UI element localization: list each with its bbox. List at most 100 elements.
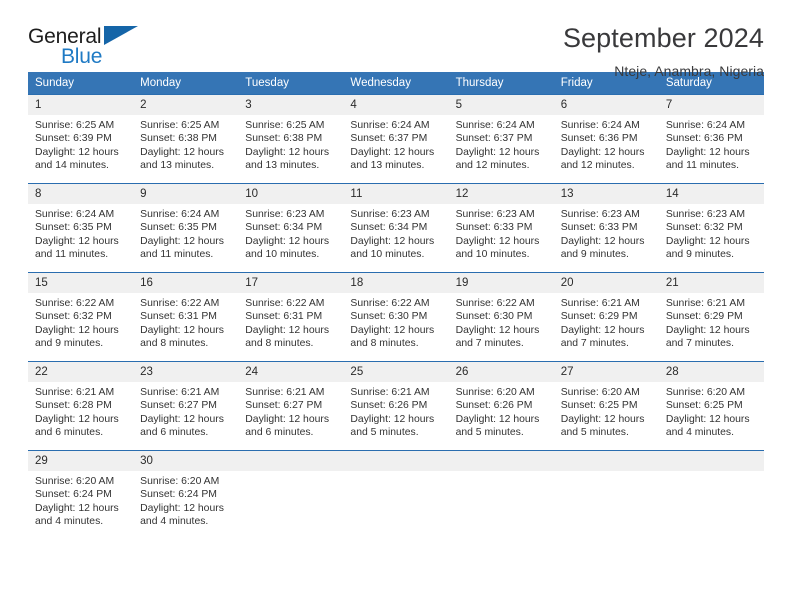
daylight-text: Daylight: 12 hours and 9 minutes. — [665, 235, 750, 261]
logo-text-general: General — [28, 25, 102, 48]
daylight-text: Daylight: 12 hours and 6 minutes. — [140, 413, 224, 439]
calendar-day-cell[interactable]: 27 Sunrise: 6:20 AM Sunset: 6:25 PM Dayligh… — [553, 361, 659, 451]
day-details: Sunrise: 6:25 AM Sunset: 6:39 PM Daylight:… — [28, 115, 133, 173]
calendar-day-cell[interactable]: 29 Sunrise: 6:20 AM Sunset: 6:24 PM Dayligh… — [28, 450, 134, 537]
day-details: Sunrise: 6:22 AM Sunset: 6:32 PM Daylight:… — [28, 293, 133, 351]
calendar-page: General Blue September 2024 Nteje, Anamb… — [0, 0, 792, 612]
day-details: Sunrise: 6:21 AM Sunset: 6:28 PM Daylight:… — [28, 382, 133, 440]
calendar-day-cell[interactable]: 8 Sunrise: 6:24 AM Sunset: 6:35 PM Daylight… — [28, 183, 134, 273]
calendar-day-cell[interactable]: 13 Sunrise: 6:23 AM Sunset: 6:33 PM Dayligh… — [553, 183, 659, 273]
calendar-day-cell[interactable]: 7 Sunrise: 6:24 AM Sunset: 6:36 PM Daylight… — [658, 94, 764, 184]
sunrise-text: Sunrise: 6:23 AM — [245, 209, 325, 220]
daylight-text: Daylight: 12 hours and 13 minutes. — [140, 146, 224, 172]
calendar-day-cell[interactable]: 21 Sunrise: 6:21 AM Sunset: 6:29 PM Dayligh… — [658, 272, 764, 362]
day-number: 16 — [133, 273, 239, 293]
day-details: Sunrise: 6:22 AM Sunset: 6:30 PM Daylight:… — [343, 293, 448, 351]
sunrise-text: Sunrise: 6:24 AM — [140, 209, 220, 220]
day-number: 8 — [28, 184, 134, 204]
sunrise-text: Sunrise: 6:22 AM — [455, 298, 535, 309]
sunrise-text: Sunrise: 6:20 AM — [35, 476, 115, 487]
logo-text-blue: Blue — [61, 45, 103, 68]
calendar-day-cell[interactable]: 12 Sunrise: 6:23 AM Sunset: 6:33 PM Dayligh… — [448, 183, 554, 273]
day-details: Sunrise: 6:25 AM Sunset: 6:38 PM Daylight:… — [133, 115, 238, 173]
day-number — [658, 451, 764, 471]
sunset-text: Sunset: 6:33 PM — [455, 222, 533, 234]
calendar-day-cell[interactable]: 9 Sunrise: 6:24 AM Sunset: 6:35 PM Daylight… — [133, 183, 239, 273]
daylight-text: Daylight: 12 hours and 8 minutes. — [245, 324, 330, 350]
day-number — [553, 451, 659, 471]
day-number: 20 — [553, 273, 659, 293]
calendar-day-cell[interactable]: 14 Sunrise: 6:23 AM Sunset: 6:32 PM Dayligh… — [658, 183, 764, 273]
calendar-day-cell[interactable]: 22 Sunrise: 6:21 AM Sunset: 6:28 PM Dayligh… — [28, 361, 134, 451]
sunset-text: Sunset: 6:37 PM — [455, 133, 533, 145]
calendar-day-cell[interactable]: 26 Sunrise: 6:20 AM Sunset: 6:26 PM Dayligh… — [448, 361, 554, 451]
calendar-day-cell[interactable]: 3 Sunrise: 6:25 AM Sunset: 6:38 PM Daylight… — [238, 94, 344, 184]
calendar-week-row: 29 Sunrise: 6:20 AM Sunset: 6:24 PM Dayligh… — [28, 450, 764, 537]
daylight-text: Daylight: 12 hours and 9 minutes. — [35, 324, 119, 350]
daylight-text: Daylight: 12 hours and 14 minutes. — [35, 146, 119, 172]
day-details: Sunrise: 6:23 AM Sunset: 6:34 PM Daylight:… — [343, 204, 448, 262]
sunset-text: Sunset: 6:28 PM — [35, 400, 112, 412]
day-details: Sunrise: 6:23 AM Sunset: 6:34 PM Daylight:… — [238, 204, 343, 262]
daylight-text: Daylight: 12 hours and 12 minutes. — [455, 146, 540, 172]
day-number — [343, 451, 449, 471]
calendar-day-cell[interactable]: 17 Sunrise: 6:22 AM Sunset: 6:31 PM Dayligh… — [238, 272, 344, 362]
day-number: 21 — [658, 273, 764, 293]
sunrise-text: Sunrise: 6:24 AM — [35, 209, 115, 220]
calendar-day-cell[interactable]: 10 Sunrise: 6:23 AM Sunset: 6:34 PM Dayligh… — [238, 183, 344, 273]
sunset-text: Sunset: 6:25 PM — [665, 400, 743, 412]
sunset-text: Sunset: 6:36 PM — [665, 133, 743, 145]
day-details: Sunrise: 6:20 AM Sunset: 6:25 PM Daylight:… — [554, 382, 659, 440]
sunset-text: Sunset: 6:39 PM — [35, 133, 112, 145]
calendar-empty-cell — [553, 450, 659, 537]
day-number: 14 — [658, 184, 764, 204]
day-number: 23 — [133, 362, 239, 382]
weekday-header-thursday: Thursday — [448, 72, 554, 95]
daylight-text: Daylight: 12 hours and 4 minutes. — [140, 502, 224, 528]
calendar-day-cell[interactable]: 19 Sunrise: 6:22 AM Sunset: 6:30 PM Dayligh… — [448, 272, 554, 362]
sunrise-text: Sunrise: 6:20 AM — [665, 387, 745, 398]
calendar-day-cell[interactable]: 6 Sunrise: 6:24 AM Sunset: 6:36 PM Daylight… — [553, 94, 659, 184]
calendar-grid: Sunday Monday Tuesday Wednesday Thursday… — [28, 72, 764, 537]
calendar-day-cell[interactable]: 23 Sunrise: 6:21 AM Sunset: 6:27 PM Dayligh… — [133, 361, 239, 451]
sunset-text: Sunset: 6:38 PM — [140, 133, 217, 145]
triangle-icon — [104, 26, 138, 45]
calendar-day-cell[interactable]: 15 Sunrise: 6:22 AM Sunset: 6:32 PM Dayligh… — [28, 272, 134, 362]
calendar-day-cell[interactable]: 2 Sunrise: 6:25 AM Sunset: 6:38 PM Daylight… — [133, 94, 239, 184]
day-details: Sunrise: 6:22 AM Sunset: 6:30 PM Daylight:… — [449, 293, 554, 351]
day-details: Sunrise: 6:20 AM Sunset: 6:25 PM Daylight:… — [659, 382, 764, 440]
daylight-text: Daylight: 12 hours and 6 minutes. — [245, 413, 330, 439]
day-details: Sunrise: 6:20 AM Sunset: 6:26 PM Daylight:… — [449, 382, 554, 440]
day-details: Sunrise: 6:22 AM Sunset: 6:31 PM Daylight:… — [133, 293, 238, 351]
calendar-day-cell[interactable]: 1 Sunrise: 6:25 AM Sunset: 6:39 PM Daylight… — [28, 94, 134, 184]
calendar-day-cell[interactable]: 4 Sunrise: 6:24 AM Sunset: 6:37 PM Daylight… — [343, 94, 449, 184]
sunrise-text: Sunrise: 6:21 AM — [140, 387, 220, 398]
calendar-day-cell[interactable]: 11 Sunrise: 6:23 AM Sunset: 6:34 PM Dayligh… — [343, 183, 449, 273]
calendar-day-cell[interactable]: 25 Sunrise: 6:21 AM Sunset: 6:26 PM Dayligh… — [343, 361, 449, 451]
sunset-text: Sunset: 6:38 PM — [245, 133, 323, 145]
calendar-day-cell[interactable]: 28 Sunrise: 6:20 AM Sunset: 6:25 PM Dayligh… — [658, 361, 764, 451]
sunset-text: Sunset: 6:31 PM — [245, 311, 323, 323]
day-details: Sunrise: 6:23 AM Sunset: 6:33 PM Daylight:… — [554, 204, 659, 262]
day-number: 22 — [28, 362, 134, 382]
calendar-week-row: 22 Sunrise: 6:21 AM Sunset: 6:28 PM Dayligh… — [28, 361, 764, 451]
sunset-text: Sunset: 6:26 PM — [350, 400, 428, 412]
sunrise-text: Sunrise: 6:24 AM — [350, 120, 430, 131]
calendar-day-cell[interactable]: 20 Sunrise: 6:21 AM Sunset: 6:29 PM Dayligh… — [553, 272, 659, 362]
calendar-day-cell[interactable]: 16 Sunrise: 6:22 AM Sunset: 6:31 PM Dayligh… — [133, 272, 239, 362]
calendar-day-cell[interactable]: 18 Sunrise: 6:22 AM Sunset: 6:30 PM Dayligh… — [343, 272, 449, 362]
daylight-text: Daylight: 12 hours and 8 minutes. — [140, 324, 224, 350]
day-details: Sunrise: 6:22 AM Sunset: 6:31 PM Daylight:… — [238, 293, 343, 351]
weekday-header-tuesday: Tuesday — [238, 72, 344, 95]
day-details: Sunrise: 6:23 AM Sunset: 6:33 PM Daylight:… — [449, 204, 554, 262]
calendar-day-cell[interactable]: 24 Sunrise: 6:21 AM Sunset: 6:27 PM Dayligh… — [238, 361, 344, 451]
sunset-text: Sunset: 6:34 PM — [350, 222, 428, 234]
calendar-day-cell[interactable]: 5 Sunrise: 6:24 AM Sunset: 6:37 PM Daylight… — [448, 94, 554, 184]
day-number: 7 — [658, 95, 764, 115]
calendar-day-cell[interactable]: 30 Sunrise: 6:20 AM Sunset: 6:24 PM Dayligh… — [133, 450, 239, 537]
day-number — [448, 451, 554, 471]
daylight-text: Daylight: 12 hours and 7 minutes. — [665, 324, 750, 350]
weekday-header-sunday: Sunday — [28, 72, 134, 95]
sunset-text: Sunset: 6:32 PM — [35, 311, 112, 323]
daylight-text: Daylight: 12 hours and 5 minutes. — [560, 413, 645, 439]
